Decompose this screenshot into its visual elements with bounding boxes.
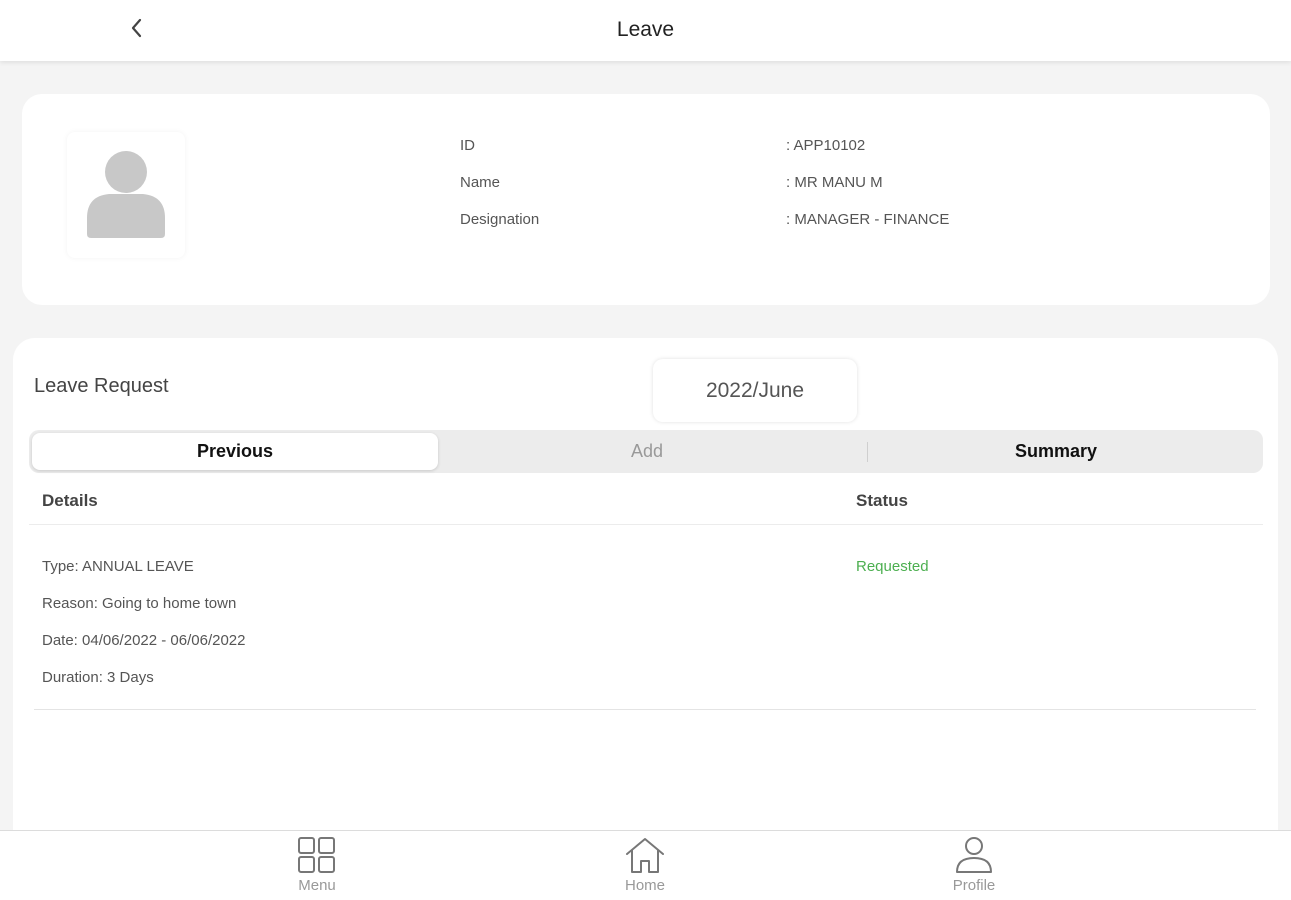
bottom-nav: Menu Home Profile	[0, 830, 1291, 900]
nav-profile[interactable]: Profile	[914, 835, 1034, 897]
status-column-header: Status	[856, 491, 908, 510]
user-placeholder-icon	[87, 151, 165, 238]
tab-previous[interactable]: Previous	[32, 433, 438, 470]
designation-label: Designation	[460, 211, 540, 228]
header-divider	[29, 524, 1263, 525]
section-title: Leave Request	[34, 375, 169, 397]
app-header: Leave	[0, 0, 1291, 61]
row-divider	[34, 709, 1256, 710]
nav-home[interactable]: Home	[585, 835, 705, 897]
nav-menu[interactable]: Menu	[257, 835, 377, 897]
tab-add[interactable]: Add	[441, 433, 853, 470]
avatar	[67, 132, 185, 258]
leave-request-card: Leave Request 2022/June Previous Add Sum…	[13, 338, 1278, 838]
nav-home-label: Home	[624, 877, 665, 894]
leave-date: Date: 04/06/2022 - 06/06/2022	[42, 632, 246, 649]
home-icon	[626, 838, 664, 873]
id-value: : APP10102	[786, 137, 866, 154]
leave-duration: Duration: 3 Days	[42, 669, 154, 686]
month-picker[interactable]: 2022/June	[653, 359, 857, 422]
leave-tabs: Previous Add Summary	[29, 430, 1263, 473]
page-title: Leave	[616, 18, 675, 41]
person-icon	[956, 837, 992, 873]
nav-profile-label: Profile	[952, 877, 996, 894]
profile-card: ID : APP10102 Name : MR MANU M Designati…	[22, 94, 1270, 305]
leave-reason: Reason: Going to home town	[42, 595, 237, 612]
grid-icon	[298, 837, 335, 873]
status-badge: Requested	[856, 558, 929, 575]
name-label: Name	[460, 174, 501, 191]
nav-menu-label: Menu	[298, 877, 336, 894]
details-column-header: Details	[42, 491, 98, 510]
id-label: ID	[460, 137, 475, 154]
tab-summary[interactable]: Summary	[853, 433, 1259, 470]
name-value: : MR MANU M	[786, 174, 883, 191]
leave-type: Type: ANNUAL LEAVE	[42, 558, 194, 575]
designation-value: : MANAGER - FINANCE	[786, 211, 950, 228]
